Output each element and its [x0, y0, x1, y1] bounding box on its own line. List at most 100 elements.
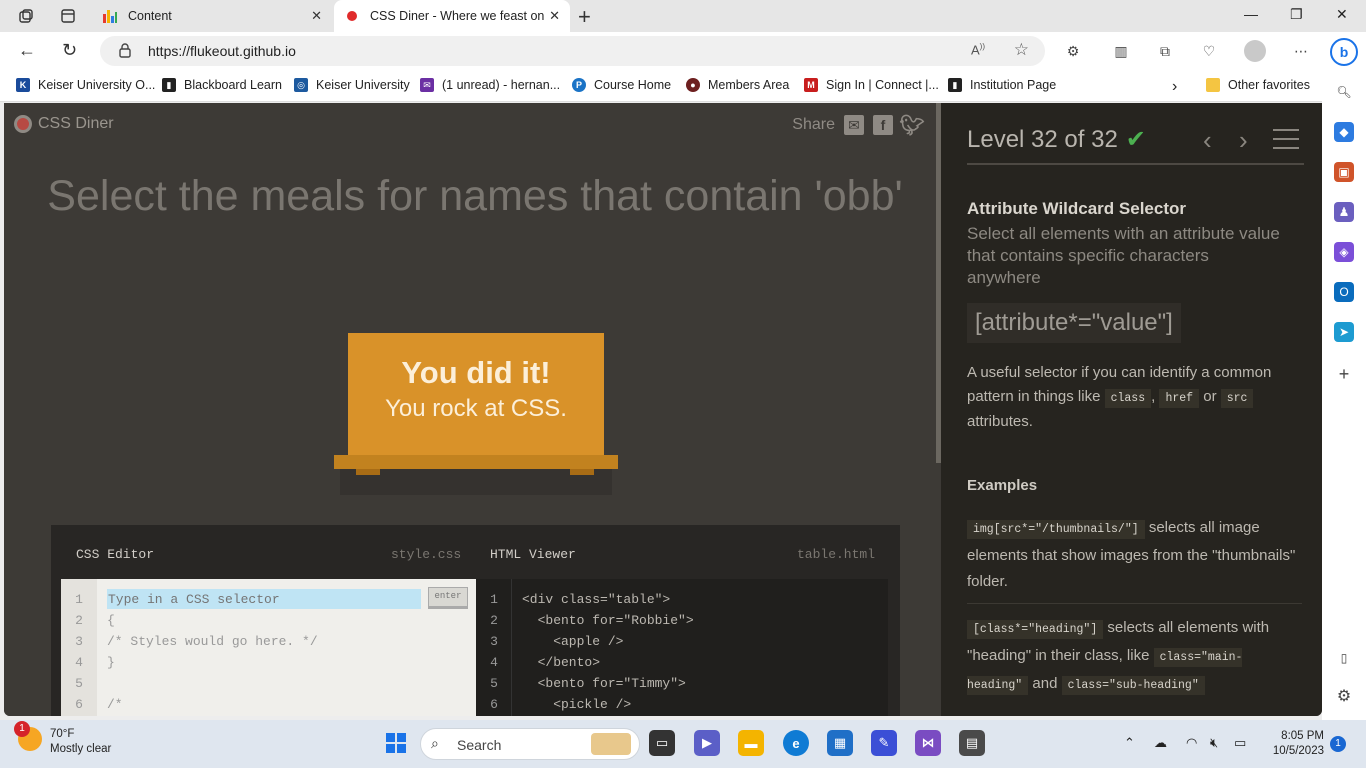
extensions-icon[interactable]: ⚙ [1064, 42, 1082, 60]
mcgraw-hill-icon: M [804, 78, 818, 92]
keiser-university-icon: ◎ [294, 78, 308, 92]
microsoft-store-icon[interactable]: ▦ [827, 730, 853, 756]
selector-name: Attribute Wildcard Selector [967, 199, 1186, 218]
lock-icon[interactable] [118, 42, 132, 58]
url-text: https://flukeout.github.io [148, 43, 296, 59]
tab-css-diner[interactable]: CSS Diner - Where we feast on CSS ✕ [334, 0, 570, 32]
html-code-line[interactable]: <bento for="Timmy"> [522, 676, 686, 691]
pen-app-icon[interactable]: ✎ [871, 730, 897, 756]
url-field[interactable]: https://flukeout.github.io A)) ☆ [100, 36, 1045, 66]
bing-copilot-icon[interactable]: b [1330, 38, 1358, 66]
logo[interactable]: CSS Diner [14, 115, 114, 133]
edge-browser-icon[interactable]: e [783, 730, 809, 756]
minimize-icon[interactable]: — [1244, 6, 1258, 22]
restore-icon[interactable]: ❐ [1290, 6, 1303, 23]
favorite-mail[interactable]: ✉ (1 unread) - hernan... [420, 78, 560, 92]
tab-content[interactable]: Content ✕ [92, 0, 332, 32]
drop-icon[interactable]: ➤ [1334, 322, 1354, 342]
search-icon[interactable]: 🔍︎ [1334, 82, 1354, 102]
members-area-icon: ● [686, 78, 700, 92]
tools-icon[interactable]: ▣ [1334, 162, 1354, 182]
tab-actions-icon[interactable] [58, 6, 78, 26]
refresh-icon[interactable]: ↻ [62, 40, 77, 61]
favorites-bar: K Keiser University O... ▮ Blackboard Lear… [0, 70, 1366, 102]
html-code-line[interactable]: <pickle /> [522, 697, 631, 712]
games-icon[interactable]: ♟ [1334, 202, 1354, 222]
search-highlight-icon [591, 733, 631, 755]
next-level-icon[interactable]: › [1239, 125, 1248, 156]
workspaces-icon[interactable] [16, 6, 36, 26]
css-editor-pane: 1 2 3 4 5 6 enter { /* Styles would go h… [61, 579, 476, 716]
notifications-badge[interactable]: 1 [1330, 736, 1346, 752]
wifi-icon[interactable]: ◠ [1186, 735, 1197, 751]
twitter-icon[interactable]: 🐦︎ [899, 115, 924, 137]
more-options-icon[interactable]: ⋯ [1292, 42, 1310, 60]
favorite-star-icon[interactable]: ☆ [1014, 40, 1029, 60]
windows-start-icon[interactable] [383, 730, 409, 756]
weather-sun-icon: 1 [14, 721, 42, 751]
facebook-icon[interactable]: f [873, 115, 893, 135]
microsoft-365-icon[interactable]: ◈ [1334, 242, 1354, 262]
profile-avatar-icon[interactable] [1244, 40, 1266, 62]
tab-title: Content [128, 9, 172, 23]
html-code-line[interactable]: <apple /> [522, 634, 623, 649]
read-aloud-icon[interactable]: A)) [971, 42, 985, 57]
task-view-icon[interactable]: ▭ [649, 730, 675, 756]
previous-level-icon[interactable]: ‹ [1203, 125, 1212, 156]
folder-icon [1206, 78, 1220, 92]
battery-icon[interactable]: ▭ [1234, 735, 1246, 751]
file-explorer-icon[interactable]: ▬ [738, 730, 764, 756]
institution-icon: ▮ [948, 78, 962, 92]
favorite-keiser-online[interactable]: K Keiser University O... [16, 78, 155, 92]
css-selector-input[interactable] [107, 589, 421, 609]
clock-time: 8:05 PM [1281, 730, 1324, 742]
html-code-line[interactable]: <div class="table"> [522, 592, 670, 607]
back-icon[interactable]: ← [18, 40, 36, 61]
weather-widget[interactable]: 1 70°F Mostly clear [14, 721, 111, 757]
collections-icon[interactable]: ⧉ [1156, 42, 1174, 60]
calculator-icon[interactable]: ▤ [959, 730, 985, 756]
level-menu-icon[interactable] [1273, 129, 1299, 149]
add-sidebar-app-icon[interactable]: + [1334, 364, 1354, 384]
selector-hint: A useful selector if you can identify a … [967, 364, 1272, 430]
email-icon[interactable]: ✉ [844, 115, 864, 135]
visual-studio-icon[interactable]: ⋈ [915, 730, 941, 756]
logo-icon [14, 115, 32, 133]
onedrive-cloud-icon[interactable]: ☁ [1154, 735, 1167, 751]
split-screen-icon[interactable]: ▥ [1112, 42, 1130, 60]
outlook-icon[interactable]: O [1334, 282, 1354, 302]
html-file-name: table.html [797, 547, 876, 562]
favorite-blackboard[interactable]: ▮ Blackboard Learn [162, 78, 282, 92]
close-window-icon[interactable]: ✕ [1336, 6, 1348, 23]
taskbar: 1 70°F Mostly clear ⌕ Search ▭ ▶ ▬ e ▦ ✎… [0, 720, 1366, 768]
enter-button[interactable]: enter [428, 587, 468, 609]
code-editor: CSS Editor style.css HTML Viewer table.h… [51, 525, 900, 716]
css-file-name: style.css [391, 547, 462, 562]
level-progress-bar [967, 163, 1304, 165]
keiser-icon: K [16, 78, 30, 92]
teams-chat-icon[interactable]: ▶ [694, 730, 720, 756]
level-title: Level 32 of 32 [967, 125, 1118, 153]
hide-sidebar-icon[interactable]: ▯ [1334, 648, 1354, 668]
dinner-table: You did it! You rock at CSS. [334, 333, 618, 495]
close-tab-icon[interactable]: ✕ [549, 8, 560, 24]
favorite-members-area[interactable]: ● Members Area [686, 78, 789, 92]
new-tab-icon[interactable]: + [578, 4, 591, 30]
close-tab-icon[interactable]: ✕ [311, 8, 322, 24]
favorite-keiser-university[interactable]: ◎ Keiser University [294, 78, 410, 92]
favorite-course-home[interactable]: P Course Home [572, 78, 671, 92]
favorite-connect[interactable]: M Sign In | Connect |... [804, 78, 939, 92]
more-favorites-chevron-icon[interactable]: › [1172, 78, 1177, 96]
system-clock[interactable]: 8:05 PM 10/5/2023 [1262, 729, 1324, 759]
taskbar-search[interactable]: ⌕ Search [420, 728, 640, 760]
browser-essentials-icon[interactable]: ♡ [1200, 42, 1218, 60]
css-editor-title: CSS Editor [76, 547, 155, 562]
show-hidden-icons-chevron-icon[interactable]: ⌃ [1124, 735, 1135, 751]
volume-muted-icon[interactable]: 🔇︎ [1210, 735, 1218, 751]
html-code-line[interactable]: <bento for="Robbie"> [522, 613, 694, 628]
favorite-institution-page[interactable]: ▮ Institution Page [948, 78, 1056, 92]
sidebar-settings-gear-icon[interactable]: ⚙ [1334, 686, 1354, 706]
html-code-line[interactable]: </bento> [522, 655, 600, 670]
shopping-icon[interactable]: ◆ [1334, 122, 1354, 142]
other-favorites-folder[interactable]: Other favorites [1206, 78, 1310, 92]
